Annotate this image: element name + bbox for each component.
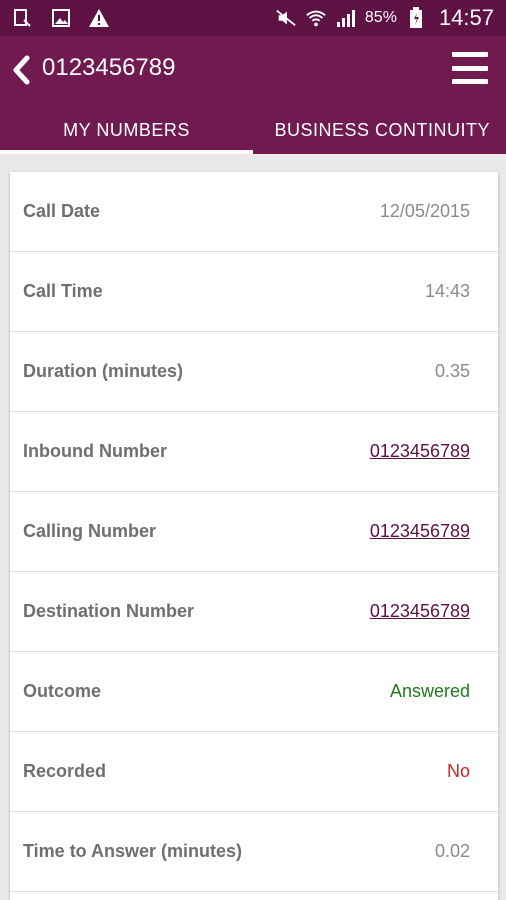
app-bar: 0123456789 MY NUMBERS BUSINESS CONTINUIT… <box>0 36 506 154</box>
page-title: 0123456789 <box>42 54 176 81</box>
image-icon <box>50 7 72 29</box>
detail-label: Call Time <box>23 281 103 301</box>
detail-row-calling-number: Calling Number 0123456789 <box>10 492 498 572</box>
detail-value: 0.02 <box>434 841 470 861</box>
detail-value: 0.35 <box>434 361 470 381</box>
status-bar: 85% 14:57 <box>0 0 506 36</box>
battery-icon <box>405 7 427 29</box>
status-bar-right: 85% 14:57 <box>275 5 506 31</box>
inbound-number-link[interactable]: 0123456789 <box>370 441 470 462</box>
chevron-left-icon <box>13 55 30 85</box>
detail-row-duration: Duration (minutes) 0.35 <box>10 332 498 412</box>
hamburger-menu-icon[interactable] <box>452 52 488 84</box>
detail-label: Recorded <box>23 761 107 781</box>
notification-icon <box>12 7 34 29</box>
detail-row-recorded: Recorded No <box>10 732 498 812</box>
detail-row-inbound-number: Inbound Number 0123456789 <box>10 412 498 492</box>
detail-label: Calling Number <box>23 521 157 541</box>
detail-row-call-date: Call Date 12/05/2015 <box>10 172 498 252</box>
detail-label: Duration (minutes) <box>23 361 183 381</box>
mute-icon <box>275 7 297 29</box>
detail-row-call-time: Call Time 14:43 <box>10 252 498 332</box>
detail-value: 12/05/2015 <box>379 201 470 221</box>
destination-number-link[interactable]: 0123456789 <box>370 601 470 622</box>
detail-row-outcome: Outcome Answered <box>10 652 498 732</box>
detail-row-destination-number: Destination Number 0123456789 <box>10 572 498 652</box>
back-button[interactable] <box>6 52 36 88</box>
detail-label: Time to Answer (minutes) <box>23 841 243 861</box>
recorded-status: No <box>446 761 470 781</box>
status-bar-left <box>0 7 110 29</box>
tab-business-continuity[interactable]: BUSINESS CONTINUITY <box>253 106 506 154</box>
call-details-card: Call Date 12/05/2015 Call Time 14:43 Dur… <box>10 172 498 900</box>
detail-label: Destination Number <box>23 601 195 621</box>
signal-icon <box>335 7 357 29</box>
status-time: 14:57 <box>438 5 494 30</box>
detail-label: Inbound Number <box>23 441 167 461</box>
warning-icon <box>88 7 110 29</box>
wifi-icon <box>305 7 327 29</box>
tab-bar: MY NUMBERS BUSINESS CONTINUITY <box>0 106 506 154</box>
tab-my-numbers[interactable]: MY NUMBERS <box>0 106 253 154</box>
battery-percent: 85% <box>364 9 397 26</box>
detail-value: 14:43 <box>424 281 470 301</box>
detail-label: Outcome <box>23 681 102 701</box>
calling-number-link[interactable]: 0123456789 <box>370 521 470 542</box>
detail-label: Call Date <box>23 201 101 221</box>
detail-row-time-to-answer: Time to Answer (minutes) 0.02 <box>10 812 498 892</box>
outcome-status: Answered <box>389 681 470 701</box>
